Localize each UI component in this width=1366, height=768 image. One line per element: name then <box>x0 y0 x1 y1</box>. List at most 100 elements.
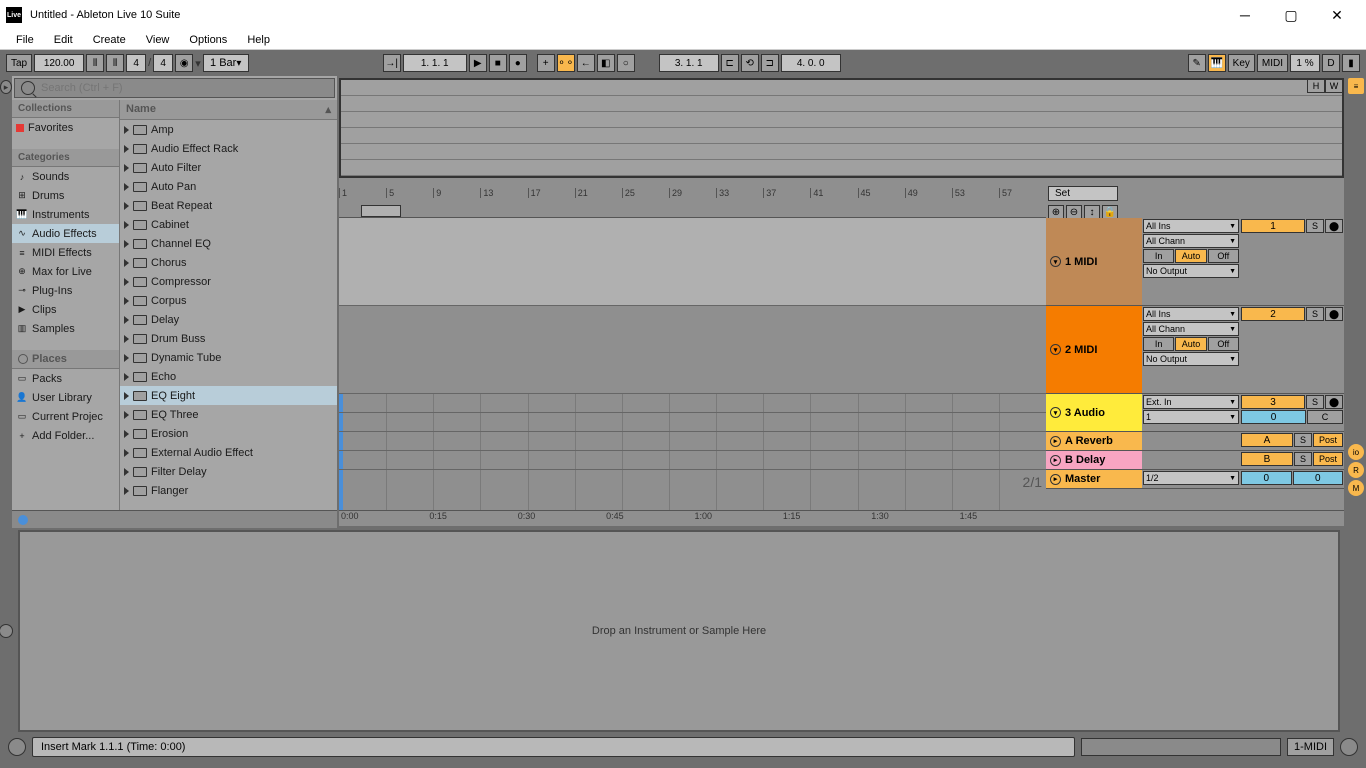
search-bar[interactable] <box>14 78 335 98</box>
track-header-audio[interactable]: ▾3 Audio Ext. In 1 3S⬤ 0C <box>1046 394 1344 432</box>
track-lanes[interactable]: 2/1 <box>339 218 1046 510</box>
master-output[interactable]: 1/2 <box>1143 471 1239 485</box>
track-lane-b[interactable] <box>339 432 1046 451</box>
set-marker[interactable]: Set <box>1048 186 1118 201</box>
time-ruler[interactable]: 0:000:150:300:451:001:151:301:45 <box>339 510 1344 526</box>
place-packs[interactable]: ▭Packs <box>12 369 119 388</box>
midi2-input-type[interactable]: All Ins <box>1143 307 1239 321</box>
lock-button[interactable]: 🔒 <box>1102 205 1118 219</box>
audio-activator[interactable]: 3 <box>1241 395 1305 409</box>
device-corpus[interactable]: Corpus <box>120 291 337 310</box>
io-button[interactable]: io <box>1348 444 1364 460</box>
menu-create[interactable]: Create <box>83 32 136 48</box>
close-button[interactable]: ✕ <box>1314 0 1360 30</box>
info-toggle-button[interactable] <box>8 738 26 756</box>
loop-brace[interactable] <box>361 205 401 217</box>
menu-view[interactable]: View <box>136 32 180 48</box>
midi2-monitor-off[interactable]: Off <box>1208 337 1239 351</box>
midi1-output[interactable]: No Output <box>1143 264 1239 278</box>
timesig-den[interactable]: 4 <box>153 54 173 72</box>
play-icon[interactable]: ▸ <box>1050 436 1061 447</box>
category-instruments[interactable]: 🎹Instruments <box>12 205 119 224</box>
place-user-library[interactable]: 👤User Library <box>12 388 119 407</box>
track-lane-3[interactable] <box>339 394 1046 413</box>
midi1-input-channel[interactable]: All Chann <box>1143 234 1239 248</box>
device-cabinet[interactable]: Cabinet <box>120 215 337 234</box>
session-record-button[interactable]: ○ <box>617 54 635 72</box>
audio-pan[interactable]: C <box>1307 410 1343 424</box>
groove-pool-button[interactable] <box>0 624 13 638</box>
nudge-down-button[interactable]: ⦀ <box>86 54 104 72</box>
maximize-button[interactable]: ▢ <box>1268 0 1314 30</box>
audio-arm[interactable]: ⬤ <box>1325 395 1343 409</box>
device-echo[interactable]: Echo <box>120 367 337 386</box>
beat-ruler[interactable]: 159131721252933374145495357 <box>339 186 1046 218</box>
midi1-input-type[interactable]: All Ins <box>1143 219 1239 233</box>
minimize-button[interactable]: ─ <box>1222 0 1268 30</box>
fold-icon[interactable]: ▾ <box>1050 256 1061 267</box>
track-lane-1[interactable] <box>339 218 1046 306</box>
overview-h-button[interactable]: H <box>1307 79 1325 93</box>
search-input[interactable] <box>41 82 328 94</box>
audio-input-type[interactable]: Ext. In <box>1143 395 1239 409</box>
computer-midi-keyboard-button[interactable]: 🎹 <box>1208 54 1226 72</box>
unfold-button[interactable]: ↕ <box>1084 205 1100 219</box>
device-chorus[interactable]: Chorus <box>120 253 337 272</box>
revb-activator[interactable]: B <box>1241 452 1293 466</box>
midi1-solo[interactable]: S <box>1306 219 1324 233</box>
metronome-button[interactable]: ◉ <box>175 54 193 72</box>
place-current-projec[interactable]: ▭Current Projec <box>12 407 119 426</box>
tempo-field[interactable]: 120.00 <box>34 54 84 72</box>
device-drop-area[interactable]: Drop an Instrument or Sample Here <box>18 530 1340 732</box>
fold-icon[interactable]: ▾ <box>1050 407 1061 418</box>
nudge-up-button[interactable]: ⦀ <box>106 54 124 72</box>
menu-help[interactable]: Help <box>237 32 280 48</box>
browser-preview-bar[interactable] <box>12 510 337 528</box>
master-send2[interactable]: 0 <box>1293 471 1344 485</box>
audio-input-channel[interactable]: 1 <box>1143 410 1239 424</box>
punch-in-button[interactable]: ⊏ <box>721 54 739 72</box>
device-audio-effect-rack[interactable]: Audio Effect Rack <box>120 139 337 158</box>
midi1-monitor-in[interactable]: In <box>1143 249 1174 263</box>
revb-solo[interactable]: S <box>1294 452 1312 466</box>
device-filter-delay[interactable]: Filter Delay <box>120 462 337 481</box>
stop-button[interactable]: ■ <box>489 54 507 72</box>
track-lane-2[interactable] <box>339 306 1046 394</box>
revb-post[interactable]: Post <box>1313 452 1343 466</box>
device-external-audio-effect[interactable]: External Audio Effect <box>120 443 337 462</box>
play-icon[interactable]: ▸ <box>1050 474 1061 485</box>
quantize-select[interactable]: 1 Bar ▾ <box>203 54 249 72</box>
track-header-midi1[interactable]: ▾1 MIDI All Ins All Chann InAutoOff No O… <box>1046 218 1344 306</box>
device-auto-filter[interactable]: Auto Filter <box>120 158 337 177</box>
device-channel-eq[interactable]: Channel EQ <box>120 234 337 253</box>
fold-icon[interactable]: ▾ <box>1050 344 1061 355</box>
key-map-button[interactable]: Key <box>1228 54 1255 72</box>
automation-arm-button[interactable]: ⚬⚬ <box>557 54 575 72</box>
category-plug-ins[interactable]: ⊸Plug-Ins <box>12 281 119 300</box>
track-lane-a[interactable] <box>339 413 1046 432</box>
midi2-activator[interactable]: 2 <box>1241 307 1305 321</box>
tap-tempo-button[interactable]: Tap <box>6 54 32 72</box>
play-icon[interactable]: ▸ <box>1050 455 1061 466</box>
loop-start[interactable]: 3. 1. 1 <box>659 54 719 72</box>
midi1-arm[interactable]: ⬤ <box>1325 219 1343 233</box>
audio-send[interactable]: 0 <box>1241 410 1306 424</box>
session-view-button[interactable]: ≡ <box>1348 78 1364 94</box>
device-dynamic-tube[interactable]: Dynamic Tube <box>120 348 337 367</box>
device-eq-eight[interactable]: EQ Eight <box>120 386 337 405</box>
master-send1[interactable]: 0 <box>1241 471 1292 485</box>
overview-w-button[interactable]: W <box>1325 79 1343 93</box>
midi2-arm[interactable]: ⬤ <box>1325 307 1343 321</box>
category-drums[interactable]: ⊞Drums <box>12 186 119 205</box>
device-auto-pan[interactable]: Auto Pan <box>120 177 337 196</box>
favorites-item[interactable]: Favorites <box>12 118 119 137</box>
play-button[interactable]: ▶ <box>469 54 487 72</box>
category-sounds[interactable]: ♪Sounds <box>12 167 119 186</box>
arrangement-overview[interactable]: H W <box>339 78 1344 178</box>
device-delay[interactable]: Delay <box>120 310 337 329</box>
device-beat-repeat[interactable]: Beat Repeat <box>120 196 337 215</box>
detail-view-button[interactable] <box>1340 738 1358 756</box>
category-max-for-live[interactable]: ⊕Max for Live <box>12 262 119 281</box>
menu-options[interactable]: Options <box>179 32 237 48</box>
arrangement-position[interactable]: 1. 1. 1 <box>403 54 467 72</box>
